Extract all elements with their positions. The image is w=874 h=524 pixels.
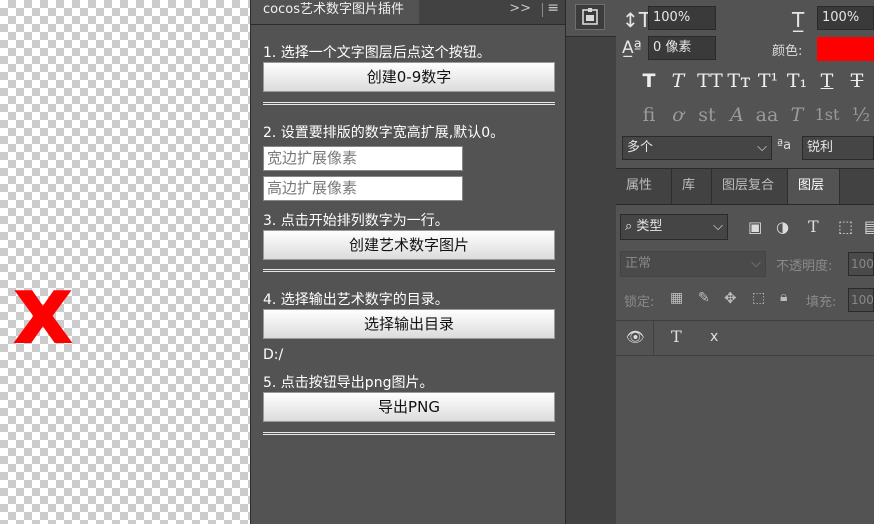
document-canvas[interactable]: x — [0, 0, 250, 524]
lock-transparent-icon[interactable]: ▦ — [670, 290, 683, 306]
antialias-icon: ªa — [777, 138, 792, 153]
lock-all-icon[interactable]: 🔒︎ — [780, 289, 787, 305]
ordinals-icon[interactable]: 1st — [811, 102, 843, 128]
tabbar-divider — [542, 3, 543, 17]
lock-artboard-icon[interactable]: ⬚ — [752, 290, 765, 306]
output-path-text: D:/ — [263, 347, 284, 363]
step-4-label: 4. 选择输出艺术数字的目录。 — [263, 292, 449, 308]
plugin-panel-icon[interactable] — [575, 4, 605, 30]
right-panels: ↕T 100% T̲ 100% A̲ª 0 像素 颜色: T T TT Tт T… — [616, 0, 874, 524]
step-2-label: 2. 设置要排版的数字宽高扩展,默认0。 — [263, 125, 505, 141]
antialias-select[interactable]: 锐利 — [802, 136, 874, 160]
step-1-label: 1. 选择一个文字图层后点这个按钮。 — [263, 45, 491, 61]
small-caps-icon[interactable]: Tт — [726, 68, 752, 94]
faux-italic-icon[interactable]: T — [665, 68, 691, 94]
ligatures-icon[interactable]: ﬁ — [636, 102, 662, 128]
chevron-down-icon: ⌵ — [713, 219, 723, 234]
baseline-shift-field[interactable]: 0 像素 — [648, 36, 716, 60]
leading-field[interactable]: 100% — [648, 6, 716, 30]
section-divider — [263, 269, 555, 272]
section-divider — [263, 432, 555, 435]
section-divider — [263, 102, 555, 105]
lock-position-icon[interactable]: ✥ — [724, 289, 737, 307]
stylistic-alternates-icon[interactable]: aa — [754, 102, 780, 128]
tab-layers[interactable]: 图层 — [788, 169, 840, 204]
filter-smart-object-icon[interactable]: ▤ — [864, 217, 874, 236]
opacity-label: 不透明度: — [776, 259, 833, 274]
discretionary-ligatures-icon[interactable]: ơ — [665, 102, 691, 128]
chevron-down-icon: ⌵ — [751, 256, 761, 271]
tab-layer-comps[interactable]: 图层复合 — [712, 169, 788, 204]
collapsed-panel-strip — [565, 0, 617, 524]
width-padding-input[interactable]: 宽边扩展像素 — [263, 146, 463, 171]
layer-filter-value: 类型 — [636, 219, 663, 234]
titling-alternates-icon[interactable]: T — [784, 102, 810, 128]
blend-mode-value: 正常 — [625, 256, 652, 271]
horizontal-scale-field[interactable]: 100% — [817, 6, 874, 30]
underline-icon[interactable]: T — [814, 68, 840, 94]
create-art-number-button[interactable]: 创建艺术数字图片 — [263, 230, 555, 260]
select-output-dir-button[interactable]: 选择输出目录 — [263, 309, 555, 339]
strikethrough-icon[interactable]: T — [844, 68, 870, 94]
all-caps-icon[interactable]: TT — [694, 68, 726, 94]
layers-tabbar: 属性 库 图层复合 图层 — [616, 168, 874, 205]
collapse-panel-icon[interactable]: >> — [509, 1, 531, 16]
layer-row[interactable]: 👁︎ T x — [616, 320, 874, 356]
text-layer-icon: T — [671, 327, 682, 346]
layer-filter-select[interactable]: ⌕ 类型 ⌵ — [620, 214, 728, 240]
lock-label: 锁定: — [624, 295, 655, 310]
plugin-tabbar: cocos艺术数字图片插件 >> ≡ — [251, 0, 565, 25]
swash-icon[interactable]: A — [724, 102, 750, 128]
opacity-field[interactable]: 100% — [848, 252, 874, 276]
layer-name[interactable]: x — [710, 329, 718, 345]
faux-bold-icon[interactable]: T — [636, 68, 662, 94]
leading-icon: ↕T — [622, 8, 651, 32]
step-5-label: 5. 点击按钮导出png图片。 — [263, 375, 434, 391]
export-png-button[interactable]: 导出PNG — [263, 392, 555, 422]
baseline-shift-icon: A̲ª — [622, 38, 642, 58]
panel-menu-icon[interactable]: ≡ — [547, 0, 559, 16]
search-icon: ⌕ — [625, 219, 633, 234]
fill-field[interactable]: 100% — [848, 288, 874, 312]
height-padding-input[interactable]: 高边扩展像素 — [263, 176, 463, 201]
subscript-icon[interactable]: T₁ — [784, 68, 810, 94]
canvas-text-layer: x — [12, 254, 74, 366]
blend-mode-select[interactable]: 正常 ⌵ — [620, 251, 766, 277]
lock-image-icon[interactable]: ✎ — [698, 290, 710, 306]
strip-header — [566, 0, 616, 37]
antialias-value: 锐利 — [807, 140, 834, 155]
eye-icon[interactable]: 👁︎ — [626, 328, 645, 346]
text-color-swatch[interactable] — [817, 37, 874, 61]
fractions-icon[interactable]: ½ — [848, 102, 874, 128]
layer-row-divider — [653, 321, 654, 355]
horizontal-scale-icon: T̲ — [792, 8, 805, 32]
language-value: 多个 — [627, 140, 654, 155]
filter-adjustment-icon[interactable]: ◑ — [776, 218, 789, 236]
create-digits-button[interactable]: 创建0-9数字 — [263, 62, 555, 92]
filter-type-icon[interactable]: T — [808, 217, 819, 236]
language-select[interactable]: 多个 ⌵ — [622, 136, 772, 160]
filter-pixel-icon[interactable]: ▣ — [748, 218, 762, 236]
contextual-alternates-icon[interactable]: st — [694, 102, 720, 128]
tab-properties[interactable]: 属性 — [616, 169, 672, 204]
plugin-tab-title[interactable]: cocos艺术数字图片插件 — [251, 0, 419, 24]
plugin-panel: cocos艺术数字图片插件 >> ≡ 1. 选择一个文字图层后点这个按钮。 创建… — [250, 0, 565, 524]
tab-libraries[interactable]: 库 — [672, 169, 712, 204]
superscript-icon[interactable]: T¹ — [755, 68, 781, 94]
color-label: 颜色: — [772, 44, 803, 59]
chevron-down-icon: ⌵ — [757, 140, 767, 155]
filter-shape-icon[interactable]: ⬚ — [838, 217, 853, 236]
step-3-label: 3. 点击开始排列数字为一行。 — [263, 213, 449, 229]
fill-label: 填充: — [806, 295, 837, 310]
